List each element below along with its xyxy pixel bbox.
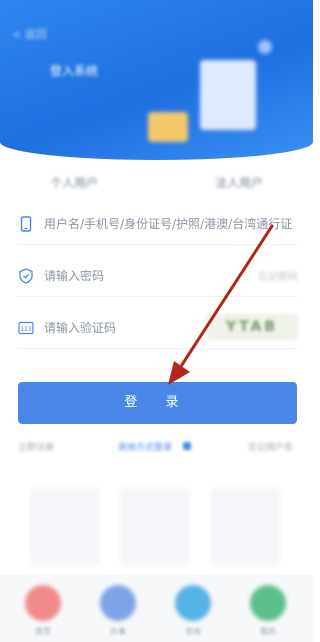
annotation-arrow xyxy=(168,224,274,385)
